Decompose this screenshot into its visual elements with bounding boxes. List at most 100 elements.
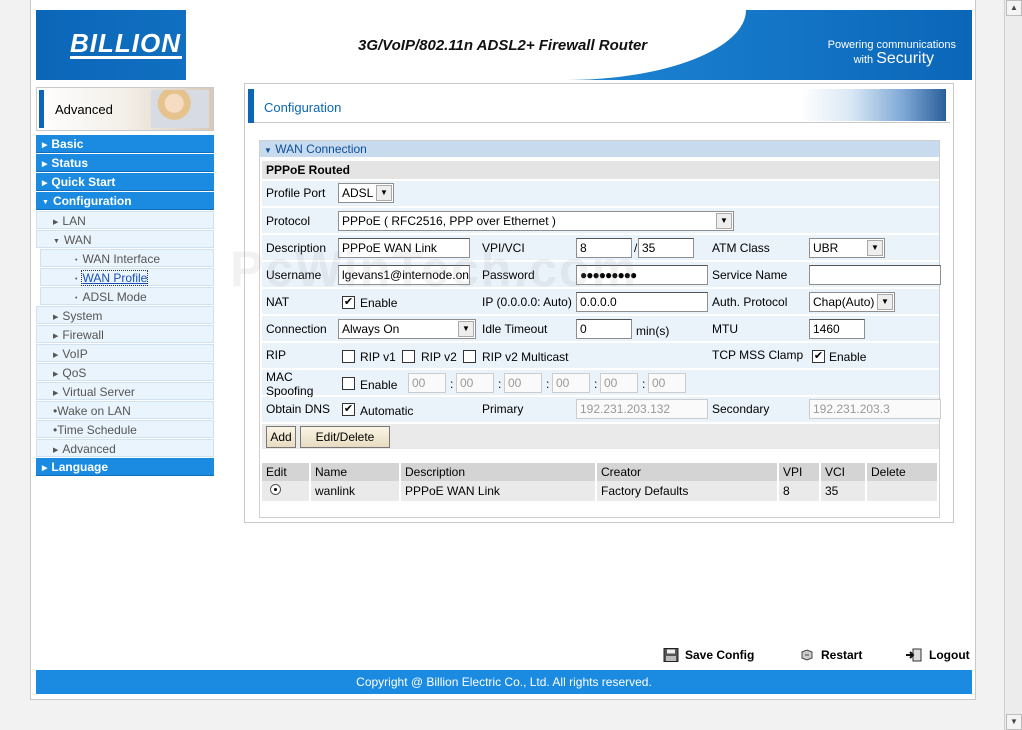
- sidebar-item-adsl-mode[interactable]: • ADSL Mode: [40, 287, 214, 305]
- row-username: Username lgevans1@internode.on Password …: [262, 262, 941, 287]
- mac-octet-5[interactable]: 00: [600, 373, 638, 393]
- service-name-label: Service Name: [712, 268, 788, 282]
- restart-link[interactable]: Restart: [799, 648, 862, 666]
- bullet-icon: •: [75, 276, 78, 283]
- rip-v2-checkbox[interactable]: [402, 350, 415, 363]
- sidebar-item-label: Virtual Server: [62, 385, 135, 399]
- secondary-dns-input[interactable]: 192.231.203.3: [809, 399, 941, 419]
- profile-port-select[interactable]: ADSL ▼: [338, 183, 394, 203]
- sidebar-item-voip[interactable]: ▶ VoIP: [36, 344, 214, 362]
- sidebar-item-time-schedule[interactable]: •Time Schedule: [36, 420, 214, 438]
- table-row: wanlink PPPoE WAN Link Factory Defaults …: [262, 481, 939, 501]
- mac-octet-4[interactable]: 00: [552, 373, 590, 393]
- mac-octet-1[interactable]: 00: [408, 373, 446, 393]
- mac-spoofing-checkbox[interactable]: [342, 377, 355, 390]
- description-input[interactable]: PPPoE WAN Link: [338, 238, 470, 258]
- edit-radio[interactable]: [270, 484, 281, 495]
- sidebar-item-label: WAN Interface: [82, 252, 161, 266]
- protocol-select[interactable]: PPPoE ( RFC2516, PPP over Ethernet ) ▼: [338, 211, 734, 231]
- row-rip: RIP RIP v1 RIP v2 RIP v2 Multicast TCP M…: [262, 343, 939, 368]
- auth-protocol-select[interactable]: Chap(Auto) ▼: [809, 292, 895, 312]
- mac-octet-6[interactable]: 00: [648, 373, 686, 393]
- collapse-icon: ▼: [264, 146, 272, 155]
- sidebar-item-label: Wake on LAN: [57, 404, 131, 418]
- vertical-scrollbar[interactable]: ▲ ▼: [1004, 0, 1022, 730]
- edit-delete-button[interactable]: Edit/Delete: [300, 426, 390, 448]
- router-page: BILLION 3G/VoIP/802.11n ADSL2+ Firewall …: [30, 0, 976, 700]
- row-nat: NAT ✔ Enable IP (0.0.0.0: Auto) 0.0.0.0 …: [262, 289, 939, 314]
- add-button[interactable]: Add: [266, 426, 296, 448]
- connection-select[interactable]: Always On ▼: [338, 319, 476, 339]
- sidebar-item-wan-interface[interactable]: • WAN Interface: [40, 249, 214, 267]
- triangle-right-icon: ▶: [42, 142, 48, 149]
- sidebar-item-wan-profile[interactable]: • WAN Profile: [40, 268, 214, 286]
- username-input[interactable]: lgevans1@internode.on: [338, 265, 470, 285]
- scroll-down-icon[interactable]: ▼: [1006, 714, 1022, 730]
- mode-bar: [39, 90, 44, 128]
- primary-dns-input[interactable]: 192.231.203.132: [576, 399, 708, 419]
- mac-octet-2[interactable]: 00: [456, 373, 494, 393]
- sidebar-item-qos[interactable]: ▶ QoS: [36, 363, 214, 381]
- scroll-up-icon[interactable]: ▲: [1006, 0, 1022, 16]
- save-config-link[interactable]: Save Config: [663, 648, 754, 666]
- rip-label: RIP: [266, 348, 287, 362]
- sidebar-item-virtual-server[interactable]: ▶ Virtual Server: [36, 382, 214, 400]
- connection-label: Connection: [266, 322, 327, 336]
- ip-input[interactable]: 0.0.0.0: [576, 292, 708, 312]
- sidebar-item-label: Quick Start: [51, 175, 116, 189]
- sidebar-item-label: Configuration: [52, 194, 132, 208]
- row-protocol: Protocol PPPoE ( RFC2516, PPP over Ether…: [262, 208, 939, 233]
- cell-description: PPPoE WAN Link: [400, 481, 597, 501]
- logout-link[interactable]: Logout: [905, 648, 970, 666]
- rip-v2-multicast-checkbox[interactable]: [463, 350, 476, 363]
- header-banner: BILLION 3G/VoIP/802.11n ADSL2+ Firewall …: [36, 10, 972, 80]
- sidebar-item-lan[interactable]: ▶ LAN: [36, 211, 214, 229]
- sidebar-item-label: VoIP: [62, 347, 88, 361]
- tcp-mss-clamp-label: TCP MSS Clamp: [712, 348, 804, 362]
- vpi-input[interactable]: 8: [576, 238, 632, 258]
- row-obtain-dns: Obtain DNS ✔ Automatic Primary 192.231.2…: [262, 397, 941, 422]
- obtain-dns-checkbox[interactable]: ✔: [342, 403, 355, 416]
- copyright-text: Copyright @ Billion Electric Co., Ltd. A…: [356, 675, 652, 689]
- service-name-input[interactable]: [809, 265, 941, 285]
- password-input[interactable]: ●●●●●●●●●: [576, 265, 708, 285]
- sidebar-item-configuration[interactable]: ▼ Configuration: [36, 192, 214, 210]
- sidebar-item-status[interactable]: ▶ Status: [36, 154, 214, 172]
- sidebar-item-label: WAN Profile: [81, 270, 149, 286]
- sidebar-item-wan[interactable]: ▼ WAN: [36, 230, 214, 248]
- atm-class-select[interactable]: UBR ▼: [809, 238, 885, 258]
- protocol-value: PPPoE ( RFC2516, PPP over Ethernet ): [342, 214, 556, 228]
- mac-octet-3[interactable]: 00: [504, 373, 542, 393]
- obtain-dns-label: Obtain DNS: [266, 402, 331, 416]
- nat-checkbox[interactable]: ✔: [342, 296, 355, 309]
- sidebar-item-language[interactable]: ▶ Language: [36, 458, 214, 476]
- atm-class-value: UBR: [813, 241, 839, 255]
- description-label: Description: [266, 241, 327, 255]
- sidebar-item-label: Time Schedule: [57, 423, 137, 437]
- mac-spoofing-label: MAC Spoofing: [266, 370, 313, 398]
- sidebar-item-quick-start[interactable]: ▶ Quick Start: [36, 173, 214, 191]
- cell-vci: 35: [820, 481, 867, 501]
- tagline: Powering communications with Security: [828, 38, 956, 67]
- idle-timeout-input[interactable]: 0: [576, 319, 632, 339]
- bullet-icon: •: [75, 295, 78, 302]
- rip-v1-checkbox[interactable]: [342, 350, 355, 363]
- idle-timeout-label: Idle Timeout: [482, 322, 548, 336]
- column-header-name: Name: [310, 463, 401, 481]
- mtu-input[interactable]: 1460: [809, 319, 865, 339]
- auth-protocol-label: Auth. Protocol: [712, 295, 788, 309]
- sidebar-item-label: WAN: [63, 233, 92, 247]
- sidebar-item-wake-on-lan[interactable]: •Wake on LAN: [36, 401, 214, 419]
- sidebar-item-advanced[interactable]: ▶ Advanced: [36, 439, 214, 457]
- panel-header[interactable]: ▼ WAN Connection: [260, 141, 939, 157]
- restart-label: Restart: [821, 648, 863, 662]
- vci-input[interactable]: 35: [638, 238, 694, 258]
- password-label: Password: [482, 268, 535, 282]
- connection-value: Always On: [342, 322, 400, 336]
- section-title: PPPoE Routed: [262, 161, 939, 179]
- sidebar-item-basic[interactable]: ▶ Basic: [36, 135, 214, 153]
- sidebar-item-label: LAN: [62, 214, 86, 228]
- tcp-mss-clamp-checkbox[interactable]: ✔: [812, 350, 825, 363]
- sidebar-item-system[interactable]: ▶ System: [36, 306, 214, 324]
- sidebar-item-firewall[interactable]: ▶ Firewall: [36, 325, 214, 343]
